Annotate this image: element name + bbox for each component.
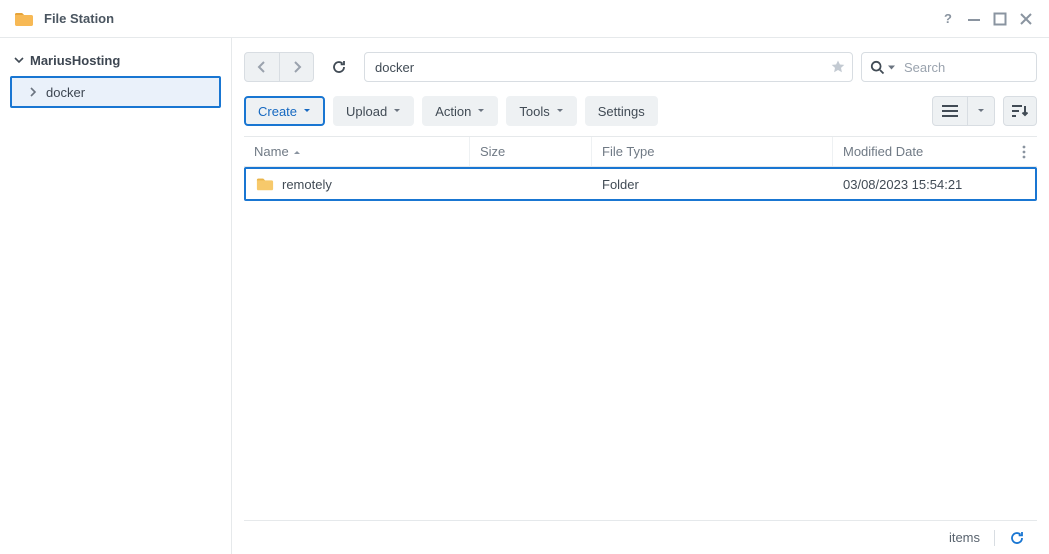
path-input[interactable]: docker [364, 52, 853, 82]
close-icon[interactable] [1013, 6, 1039, 32]
column-header-type[interactable]: File Type [592, 137, 833, 166]
tools-button-label: Tools [519, 104, 549, 119]
main: docker Create Upload [232, 38, 1049, 554]
window-title: File Station [44, 11, 114, 26]
settings-button-label: Settings [598, 104, 645, 119]
column-header-name[interactable]: Name [244, 137, 470, 166]
row-date: 03/08/2023 15:54:21 [833, 177, 1035, 192]
tree-item-label: docker [46, 85, 85, 100]
back-button[interactable] [245, 53, 279, 81]
status-divider [994, 530, 995, 546]
sidebar: MariusHosting docker [0, 38, 232, 554]
folder-icon [256, 175, 274, 193]
create-button-label: Create [258, 104, 297, 119]
upload-button[interactable]: Upload [333, 96, 414, 126]
path-text: docker [375, 60, 830, 75]
tree-item-docker[interactable]: docker [12, 78, 219, 106]
column-header-date-label: Modified Date [843, 144, 923, 159]
file-table: Name Size File Type Modified Date [244, 136, 1037, 520]
upload-button-label: Upload [346, 104, 387, 119]
help-icon[interactable]: ? [935, 6, 961, 32]
forward-button[interactable] [279, 53, 313, 81]
maximize-icon[interactable] [987, 6, 1013, 32]
view-mode-group [932, 96, 995, 126]
status-items-label: items [949, 530, 980, 545]
view-mode-dropdown[interactable] [967, 97, 994, 125]
list-view-icon[interactable] [933, 97, 967, 125]
minimize-icon[interactable] [961, 6, 987, 32]
titlebar: File Station ? [0, 0, 1049, 38]
tools-button[interactable]: Tools [506, 96, 576, 126]
favorite-star-icon[interactable] [830, 59, 846, 75]
svg-text:?: ? [944, 11, 952, 26]
app-folder-icon [14, 9, 34, 29]
nav-group [244, 52, 314, 82]
action-button-label: Action [435, 104, 471, 119]
column-header-size-label: Size [480, 144, 505, 159]
search-icon [870, 60, 885, 75]
dropdown-icon [477, 107, 485, 115]
sort-asc-icon [293, 148, 301, 156]
status-refresh-icon[interactable] [1009, 530, 1025, 546]
table-header: Name Size File Type Modified Date [244, 137, 1037, 167]
row-name: remotely [282, 177, 332, 192]
column-header-name-label: Name [254, 144, 289, 159]
dropdown-icon [393, 107, 401, 115]
tree-root-label: MariusHosting [30, 53, 120, 68]
dropdown-icon [303, 107, 311, 115]
toolbar-nav: docker [244, 50, 1037, 84]
toolbar-actions: Create Upload Action Tools Settings [244, 94, 1037, 128]
column-header-date[interactable]: Modified Date [833, 137, 1011, 166]
status-bar: items [244, 520, 1037, 554]
chevron-down-icon [14, 55, 24, 65]
search-box[interactable] [861, 52, 1037, 82]
column-header-size[interactable]: Size [470, 137, 592, 166]
search-input[interactable] [902, 59, 1049, 76]
column-options-icon[interactable] [1011, 145, 1037, 159]
create-button[interactable]: Create [244, 96, 325, 126]
table-row[interactable]: remotely Folder 03/08/2023 15:54:21 [246, 169, 1035, 199]
refresh-button[interactable] [322, 52, 356, 82]
dropdown-icon [556, 107, 564, 115]
row-type: Folder [592, 177, 833, 192]
settings-button[interactable]: Settings [585, 96, 658, 126]
tree-root[interactable]: MariusHosting [0, 46, 231, 74]
search-dropdown-icon[interactable] [887, 63, 896, 72]
sort-button[interactable] [1003, 96, 1037, 126]
chevron-right-icon [28, 87, 38, 97]
column-header-type-label: File Type [602, 144, 655, 159]
action-button[interactable]: Action [422, 96, 498, 126]
